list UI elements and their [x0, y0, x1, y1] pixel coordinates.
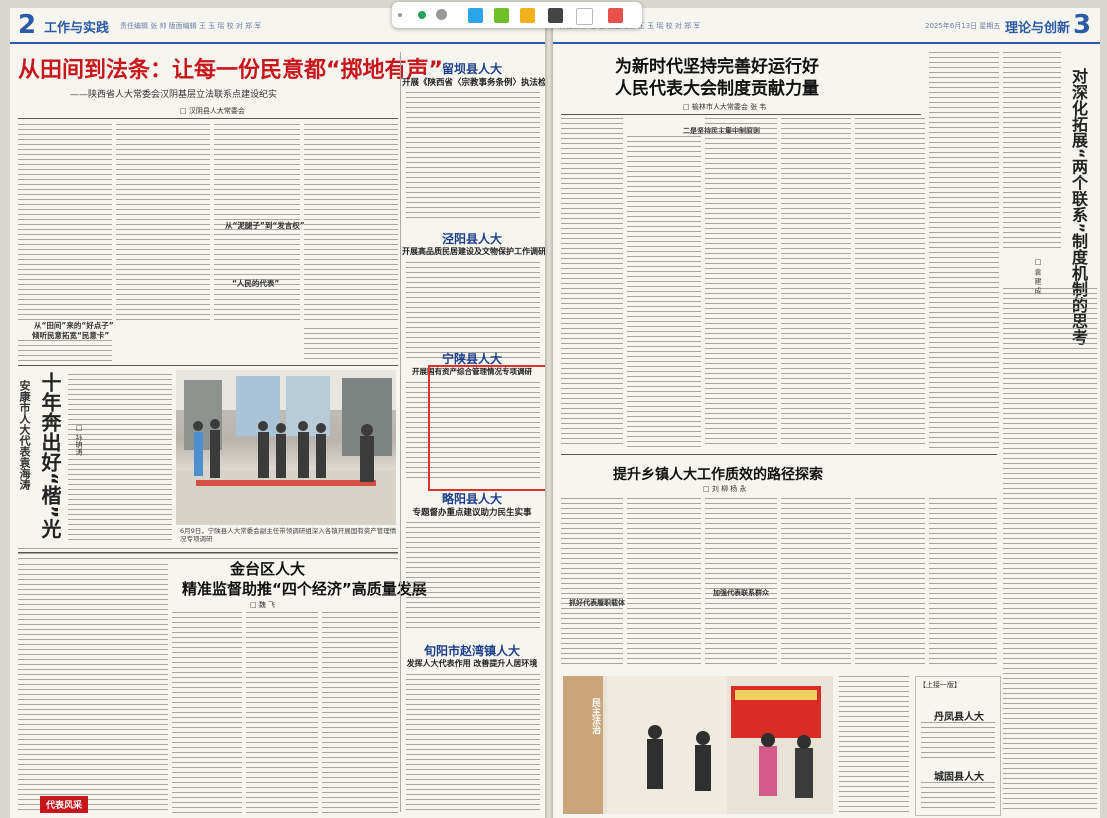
section-title: 工作与实践 — [44, 21, 110, 36]
lead-subhead-3: 从“泥腿子”到“发言权” — [225, 221, 305, 230]
page-meta: 责任编辑 张 帅 版面编辑 王 玉 瑶 校 对 郑 军 — [120, 22, 262, 30]
right-second-subhead-2: 加强代表联系群众 — [713, 589, 769, 597]
photo-banner-label: 民主法治 — [590, 698, 600, 734]
sidebar-item-1: 丹凤县人大 — [934, 712, 984, 723]
bottom-title-2: 精准监督助推“四个经济”高质量发展 — [182, 580, 427, 598]
left-page: 2 工作与实践 责任编辑 张 帅 版面编辑 王 玉 瑶 校 对 郑 军 从田间到… — [10, 8, 545, 818]
lead-text-col-2 — [116, 124, 210, 324]
right-lead-title-2: 人民代表大会制度贡献力量 — [615, 79, 819, 99]
lead-text-col-1 — [18, 124, 112, 324]
right-second-subhead-1: 抓好代表履职载体 — [569, 599, 625, 607]
brief-subtitle-5: 发挥人大代表作用 改善提升人居环境 — [406, 659, 538, 668]
right-page-date: 2025年6月13日 星期五 — [925, 22, 1001, 30]
lead-subtitle: ——陕西省人大常委会汉阴基层立法联系点建设纪实 — [70, 90, 278, 100]
color-swatch-black[interactable] — [548, 8, 563, 23]
color-swatch-red[interactable] — [608, 8, 623, 23]
selection-highlight[interactable] — [428, 365, 545, 491]
brief-title-5: 旬阳市赵湾镇人大 — [423, 644, 520, 658]
lead-subhead-4: “人民的代表” — [232, 279, 280, 288]
brief-title-2: 泾阳县人大 — [441, 232, 502, 246]
bottom-title-1: 金台区人大 — [230, 560, 306, 578]
lead-text-col-4 — [304, 124, 398, 324]
sidebar-label: 【上接一版】 — [919, 681, 961, 689]
brief-subtitle-1: 开展《陕西省〈宗教事务条例〉执法检查》 — [402, 78, 545, 88]
right-page: 责任编辑 杜 佳 版面编辑 王 玉 瑶 校 对 郑 军 2025年6月13日 星… — [553, 8, 1100, 818]
sidebar-item-2: 城固县人大 — [934, 772, 984, 783]
right-lead-byline: □ 榆林市人大常委会 张 韦 — [683, 103, 767, 111]
right-second-byline: □ 刘 柳 杨 永 — [703, 485, 747, 493]
active-dot-icon — [418, 11, 426, 19]
color-swatch-green[interactable] — [494, 8, 509, 23]
page-gutter — [545, 8, 553, 818]
right-second-title: 提升乡镇人大工作质效的路径探索 — [613, 467, 823, 483]
footer-tag: 代表风采 — [40, 796, 89, 813]
feature-vertical-subtitle: 安康市人大代表袁海涛 — [18, 380, 31, 490]
color-swatch-white[interactable] — [576, 8, 593, 25]
bottom-byline: □ 魏 飞 — [250, 601, 276, 609]
page-number: 2 — [18, 10, 37, 40]
photo-caption: 6月9日，宁陕县人大常委会副主任带领调研组深入各镇开展国有资产管理情况专项调研 — [180, 527, 397, 543]
inspection-photo — [563, 676, 833, 814]
right-page-number: 3 — [1073, 10, 1092, 40]
pen-tool-icon[interactable] — [436, 9, 447, 20]
brief-title-1: 留坝县人大 — [441, 62, 502, 76]
color-swatch-blue[interactable] — [468, 8, 483, 23]
annotation-toolbar — [392, 2, 642, 28]
brief-title-4: 略阳县人大 — [441, 492, 502, 506]
lead-byline: □ 汉阴县人大常委会 — [180, 107, 245, 115]
brief-subtitle-2: 开展高品质民居建设及文物保护工作调研 — [402, 247, 545, 256]
lead-headline: 从田间到法条：让每一份民意都“掷地有声” — [18, 58, 443, 83]
feature-vertical-title: 十年奔出好“楷”光 — [38, 372, 62, 539]
right-section-title: 理论与创新 — [1005, 21, 1071, 36]
brief-subtitle-4: 专题督办重点建议助力民生实事 — [412, 508, 532, 518]
feature-byline: □ 孙明涛 — [75, 424, 83, 456]
color-swatch-yellow[interactable] — [520, 8, 535, 23]
drag-handle-icon[interactable] — [398, 13, 402, 17]
feature-text — [68, 374, 172, 542]
meeting-photo — [176, 370, 396, 525]
